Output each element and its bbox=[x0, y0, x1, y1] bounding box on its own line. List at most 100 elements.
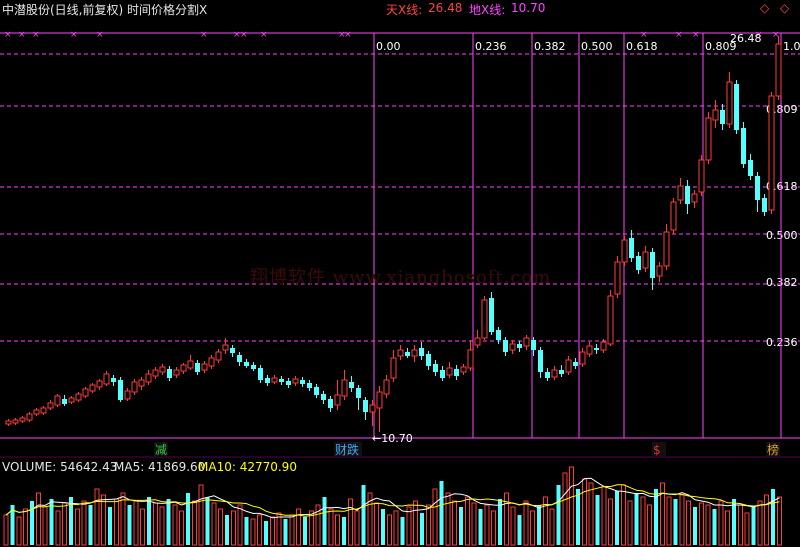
candle-body bbox=[650, 252, 655, 278]
volume-bar bbox=[172, 504, 178, 546]
volume-bar bbox=[140, 508, 145, 546]
candle-body bbox=[265, 378, 270, 383]
volume-bar bbox=[530, 510, 535, 546]
volume-bar bbox=[517, 515, 522, 545]
candle-body bbox=[111, 378, 116, 382]
volume-bar bbox=[264, 521, 268, 545]
volume-bar bbox=[361, 485, 366, 545]
candle-body bbox=[314, 387, 319, 395]
candle-body bbox=[726, 81, 733, 125]
candle-body bbox=[5, 420, 12, 425]
candle-body bbox=[755, 176, 760, 200]
close-icon[interactable]: ◇ bbox=[780, 1, 789, 15]
volume-bar bbox=[608, 498, 613, 546]
candle-body bbox=[523, 337, 530, 347]
candle-body bbox=[390, 357, 397, 379]
x-marker-icon: × bbox=[18, 30, 26, 40]
volume-bar bbox=[413, 500, 418, 546]
volume-bar bbox=[595, 495, 600, 545]
volume-bar bbox=[764, 494, 769, 546]
candle-body bbox=[271, 377, 278, 383]
sky-line-value: 26.48 bbox=[428, 1, 463, 15]
candle-body bbox=[538, 350, 543, 372]
fib-time-label: 0.618 bbox=[626, 40, 658, 53]
volume-bar bbox=[159, 506, 165, 546]
candle-body bbox=[376, 391, 383, 409]
candle-body bbox=[118, 380, 123, 400]
candle-body bbox=[419, 348, 424, 356]
candle-body bbox=[411, 349, 418, 357]
candle-body bbox=[748, 160, 753, 176]
volume-bar bbox=[283, 519, 288, 545]
candle-body bbox=[677, 185, 684, 201]
volume-bar bbox=[36, 492, 41, 546]
volume-bar bbox=[621, 484, 626, 546]
candle-body bbox=[321, 394, 326, 400]
volume-bar bbox=[276, 512, 282, 546]
candle-body bbox=[244, 362, 249, 366]
candle-body bbox=[230, 348, 235, 353]
volume-bar bbox=[250, 518, 256, 546]
candle-body bbox=[68, 397, 75, 403]
watermark: 翔博软件 www.xiangbosoft.com bbox=[250, 267, 552, 288]
fib-time-label: 0.500 bbox=[581, 40, 613, 53]
volume-bar bbox=[627, 500, 633, 546]
x-marker-icon: × bbox=[260, 30, 268, 40]
candle-body bbox=[12, 419, 19, 424]
event-badge-label: 榜 bbox=[767, 442, 779, 457]
candle-body bbox=[775, 43, 782, 97]
volume-bar bbox=[751, 507, 756, 545]
candle-body bbox=[180, 364, 187, 372]
volume-bar bbox=[673, 499, 678, 545]
candle-body bbox=[467, 349, 474, 369]
volume-bar bbox=[387, 514, 392, 546]
volume-bar bbox=[303, 517, 307, 545]
volume-bar bbox=[556, 485, 561, 545]
candle-body bbox=[517, 344, 522, 348]
volume-bar bbox=[205, 497, 210, 545]
candle-body bbox=[712, 109, 719, 121]
x-marker-icon: × bbox=[200, 30, 208, 40]
candle-body bbox=[503, 340, 508, 352]
x-marker-icon: × bbox=[96, 30, 104, 40]
volume-bar bbox=[192, 500, 197, 546]
volume-bar bbox=[459, 507, 463, 545]
volume-bar bbox=[576, 489, 580, 545]
volume-bar bbox=[471, 502, 477, 546]
low-marker: ←10.70 bbox=[372, 432, 413, 445]
candle-body bbox=[300, 380, 305, 384]
volume-bar bbox=[153, 502, 158, 546]
candle-body bbox=[75, 393, 82, 401]
volume-bar bbox=[504, 492, 509, 546]
volume-bar bbox=[101, 494, 106, 546]
candle-body bbox=[670, 201, 677, 231]
volume-bar bbox=[478, 509, 483, 545]
volume-bar bbox=[439, 481, 444, 545]
candle-body bbox=[26, 413, 33, 421]
volume-bar bbox=[582, 478, 587, 546]
candle-body bbox=[328, 399, 333, 408]
candle-body bbox=[446, 367, 453, 376]
candle-body bbox=[363, 400, 368, 412]
fib-time-label: 0.00 bbox=[376, 40, 401, 53]
candle-body bbox=[124, 390, 131, 400]
candle-body bbox=[565, 359, 572, 373]
candle-body bbox=[152, 369, 159, 377]
volume-bar bbox=[166, 499, 171, 545]
volume-bar bbox=[615, 491, 619, 545]
diamond-icon[interactable]: ◇ bbox=[760, 1, 769, 15]
event-badge-label: 财跌 bbox=[335, 442, 359, 457]
volume-bar bbox=[562, 472, 568, 546]
volume-bar bbox=[686, 500, 691, 546]
candle-body bbox=[40, 407, 47, 414]
volume-bar bbox=[426, 504, 431, 546]
event-badge-label: $ bbox=[653, 443, 661, 457]
volume-bar bbox=[322, 497, 327, 545]
volume-bar bbox=[725, 510, 730, 546]
candle-body bbox=[614, 261, 621, 295]
candle-body bbox=[201, 363, 208, 371]
candle-body bbox=[405, 352, 410, 356]
candle-body bbox=[531, 340, 536, 350]
candle-body bbox=[279, 379, 284, 382]
volume-bar bbox=[400, 517, 405, 545]
